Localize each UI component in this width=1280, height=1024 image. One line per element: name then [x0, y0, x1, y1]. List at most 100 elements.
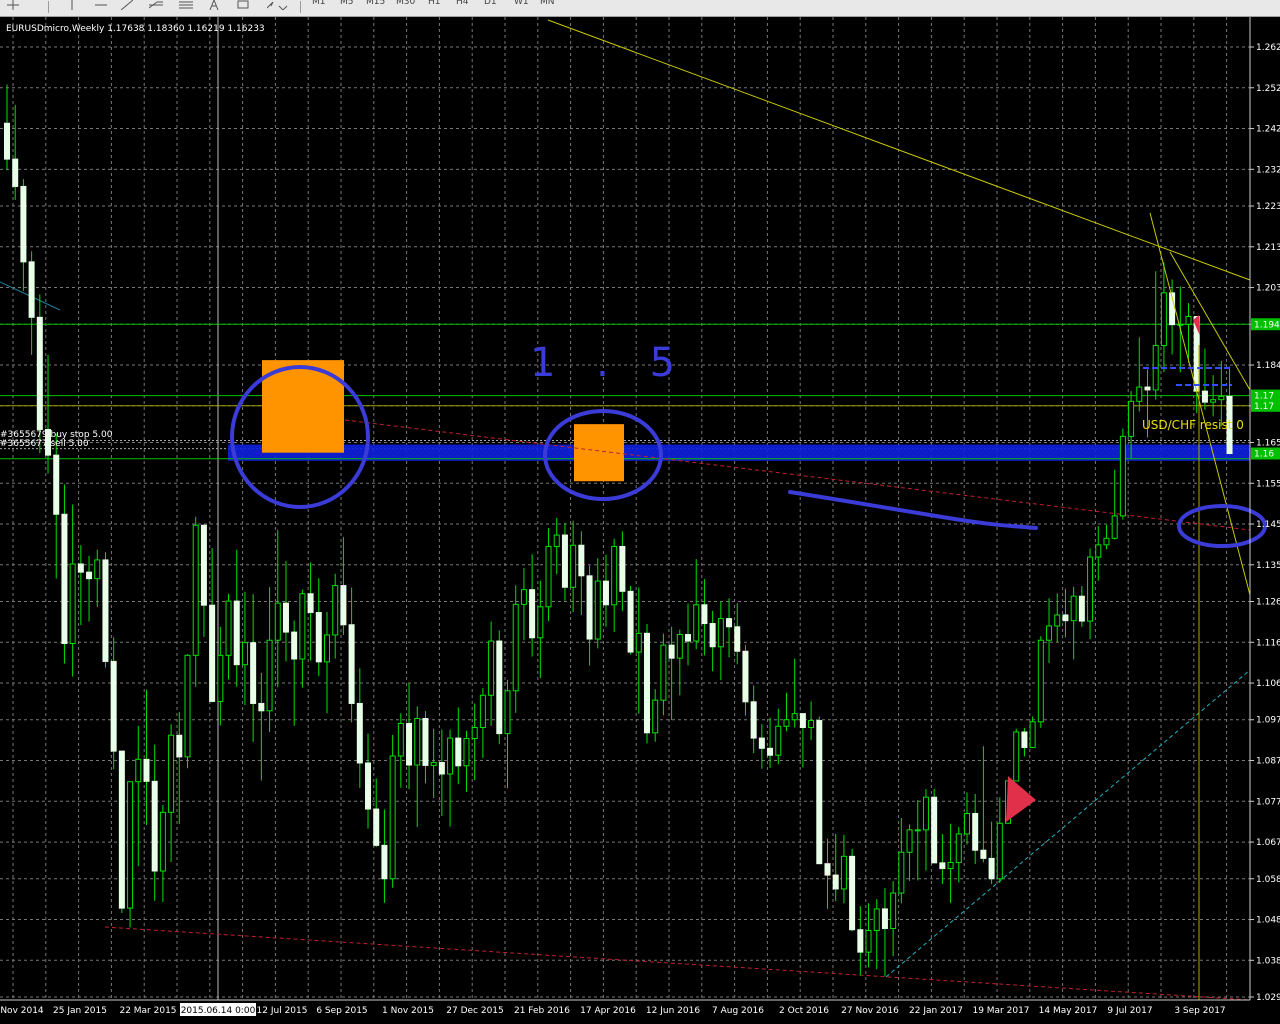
price-tick-label: 1.038 — [1256, 956, 1280, 966]
price-tick-label: 1.223 — [1256, 202, 1280, 212]
price-tick-label: 1.106 — [1256, 679, 1280, 689]
candle-body — [750, 701, 757, 739]
candle-body — [1111, 515, 1118, 539]
timeframe-w1[interactable]: W1 — [514, 0, 529, 9]
price-tick-label: 1.097 — [1256, 716, 1280, 726]
candle-body — [12, 158, 19, 187]
candle-body — [159, 811, 166, 872]
candle-body — [602, 580, 609, 606]
candle-body — [1087, 556, 1094, 622]
arrows-icon[interactable] — [264, 0, 292, 14]
time-tick-label: 17 Apr 2016 — [580, 1006, 636, 1016]
candle-body — [94, 559, 101, 580]
timeframe-mn[interactable]: MN — [540, 0, 555, 9]
candle-body — [348, 624, 355, 704]
candle-body — [717, 618, 724, 648]
candle-body — [307, 593, 314, 614]
candle-body — [463, 738, 470, 767]
vertical-line-icon[interactable] — [64, 0, 80, 14]
candle-body — [726, 618, 733, 628]
candle-body — [627, 590, 634, 653]
candle-body — [1103, 537, 1110, 546]
price-tick-label: 1.262 — [1256, 43, 1280, 53]
candle-body — [1119, 435, 1126, 517]
timeframe-h1[interactable]: H1 — [428, 0, 441, 9]
candle-body — [816, 720, 823, 865]
candle-body — [127, 781, 134, 909]
crosshair-icon[interactable] — [4, 0, 22, 14]
label-icon[interactable] — [234, 0, 252, 14]
candle-body — [1021, 731, 1028, 748]
price-tick-label: 1.165 — [1256, 438, 1280, 448]
trendline-icon[interactable] — [118, 0, 136, 14]
price-tick-label: 1.135 — [1256, 561, 1280, 571]
price-tick-label: 1.067 — [1256, 838, 1280, 848]
candle-body — [496, 640, 503, 735]
price-tick-label: 1.126 — [1256, 598, 1280, 608]
channel-icon[interactable] — [176, 0, 196, 14]
chart-grid — [0, 17, 1250, 1000]
price-tick-label: 1.077 — [1256, 797, 1280, 807]
timeframe-m15[interactable]: M15 — [366, 0, 385, 9]
candle-body — [1218, 395, 1225, 401]
candle-body — [791, 713, 798, 721]
candle-body — [1062, 614, 1069, 622]
candle-body — [299, 593, 306, 660]
timeframe-m1[interactable]: M1 — [312, 0, 326, 9]
time-tick-label: Nov 2014 — [0, 1006, 44, 1016]
timeframe-m5[interactable]: M5 — [340, 0, 354, 9]
candle-body — [217, 654, 224, 702]
candle-body — [857, 929, 864, 953]
timeframe-d1[interactable]: D1 — [484, 0, 497, 9]
time-tick-label: 27 Dec 2015 — [446, 1006, 504, 1016]
price-tick-label: 1.058 — [1256, 875, 1280, 885]
time-tick-label: 3 Sep 2017 — [1174, 1006, 1225, 1016]
candle-body — [832, 874, 839, 890]
candle-body — [143, 758, 150, 782]
candle-body — [340, 585, 347, 626]
candle-body — [233, 600, 240, 666]
price-chart[interactable]: 1.262 1.252 1.242 1.232 1.223 1.213 1.203 1.194… — [0, 17, 1280, 1024]
price-axis: 1.262 1.252 1.242 1.232 1.223 1.213 1.203 1.194… — [1249, 17, 1280, 1003]
candle-body — [520, 589, 527, 605]
candle-body — [996, 822, 1003, 880]
candle-body — [1201, 390, 1208, 403]
price-tick-label: 1.048 — [1256, 916, 1280, 926]
candle-body — [799, 713, 806, 728]
candle-body — [693, 604, 700, 642]
candle-body — [406, 722, 413, 766]
candle-body — [118, 750, 125, 909]
candle-body — [873, 908, 880, 932]
candle-body — [1054, 614, 1061, 627]
price-tick-label: 1.252 — [1256, 84, 1280, 94]
text-icon[interactable] — [206, 0, 222, 14]
candle-body — [102, 559, 109, 662]
candle-body — [455, 737, 462, 767]
dotted-trendline — [104, 926, 1251, 1001]
candle-body — [414, 718, 421, 766]
candle-body — [1037, 639, 1044, 723]
time-axis: Nov 2014 25 Jan 2015 22 Mar 2015 2015.06.14… — [0, 999, 1250, 1016]
fibo-icon[interactable] — [146, 0, 168, 14]
candle-body — [865, 930, 872, 953]
candle-body — [184, 654, 191, 758]
time-tick-label: 21 Feb 2016 — [514, 1006, 570, 1016]
price-tick-label: 1.029 — [1256, 993, 1280, 1003]
candle-body — [209, 604, 216, 702]
timeframe-m30[interactable]: M30 — [396, 0, 415, 9]
candle-body — [529, 589, 536, 639]
timeframe-h4[interactable]: H4 — [456, 0, 469, 9]
horizontal-line-icon[interactable] — [92, 0, 110, 14]
candle-body — [635, 632, 642, 653]
candle-body — [20, 185, 27, 263]
candle-body — [758, 737, 765, 749]
price-tick-label: 1.184 — [1256, 361, 1280, 371]
candle-body — [225, 600, 232, 656]
candle-body — [200, 524, 207, 606]
candle-body — [561, 534, 568, 588]
price-tick-label: 1.213 — [1256, 243, 1280, 253]
order-label-sell[interactable]: #3655677 sell 5.00 — [0, 439, 89, 449]
candle-body — [709, 623, 716, 648]
candle-body — [1013, 731, 1020, 782]
candle-body — [767, 747, 774, 756]
